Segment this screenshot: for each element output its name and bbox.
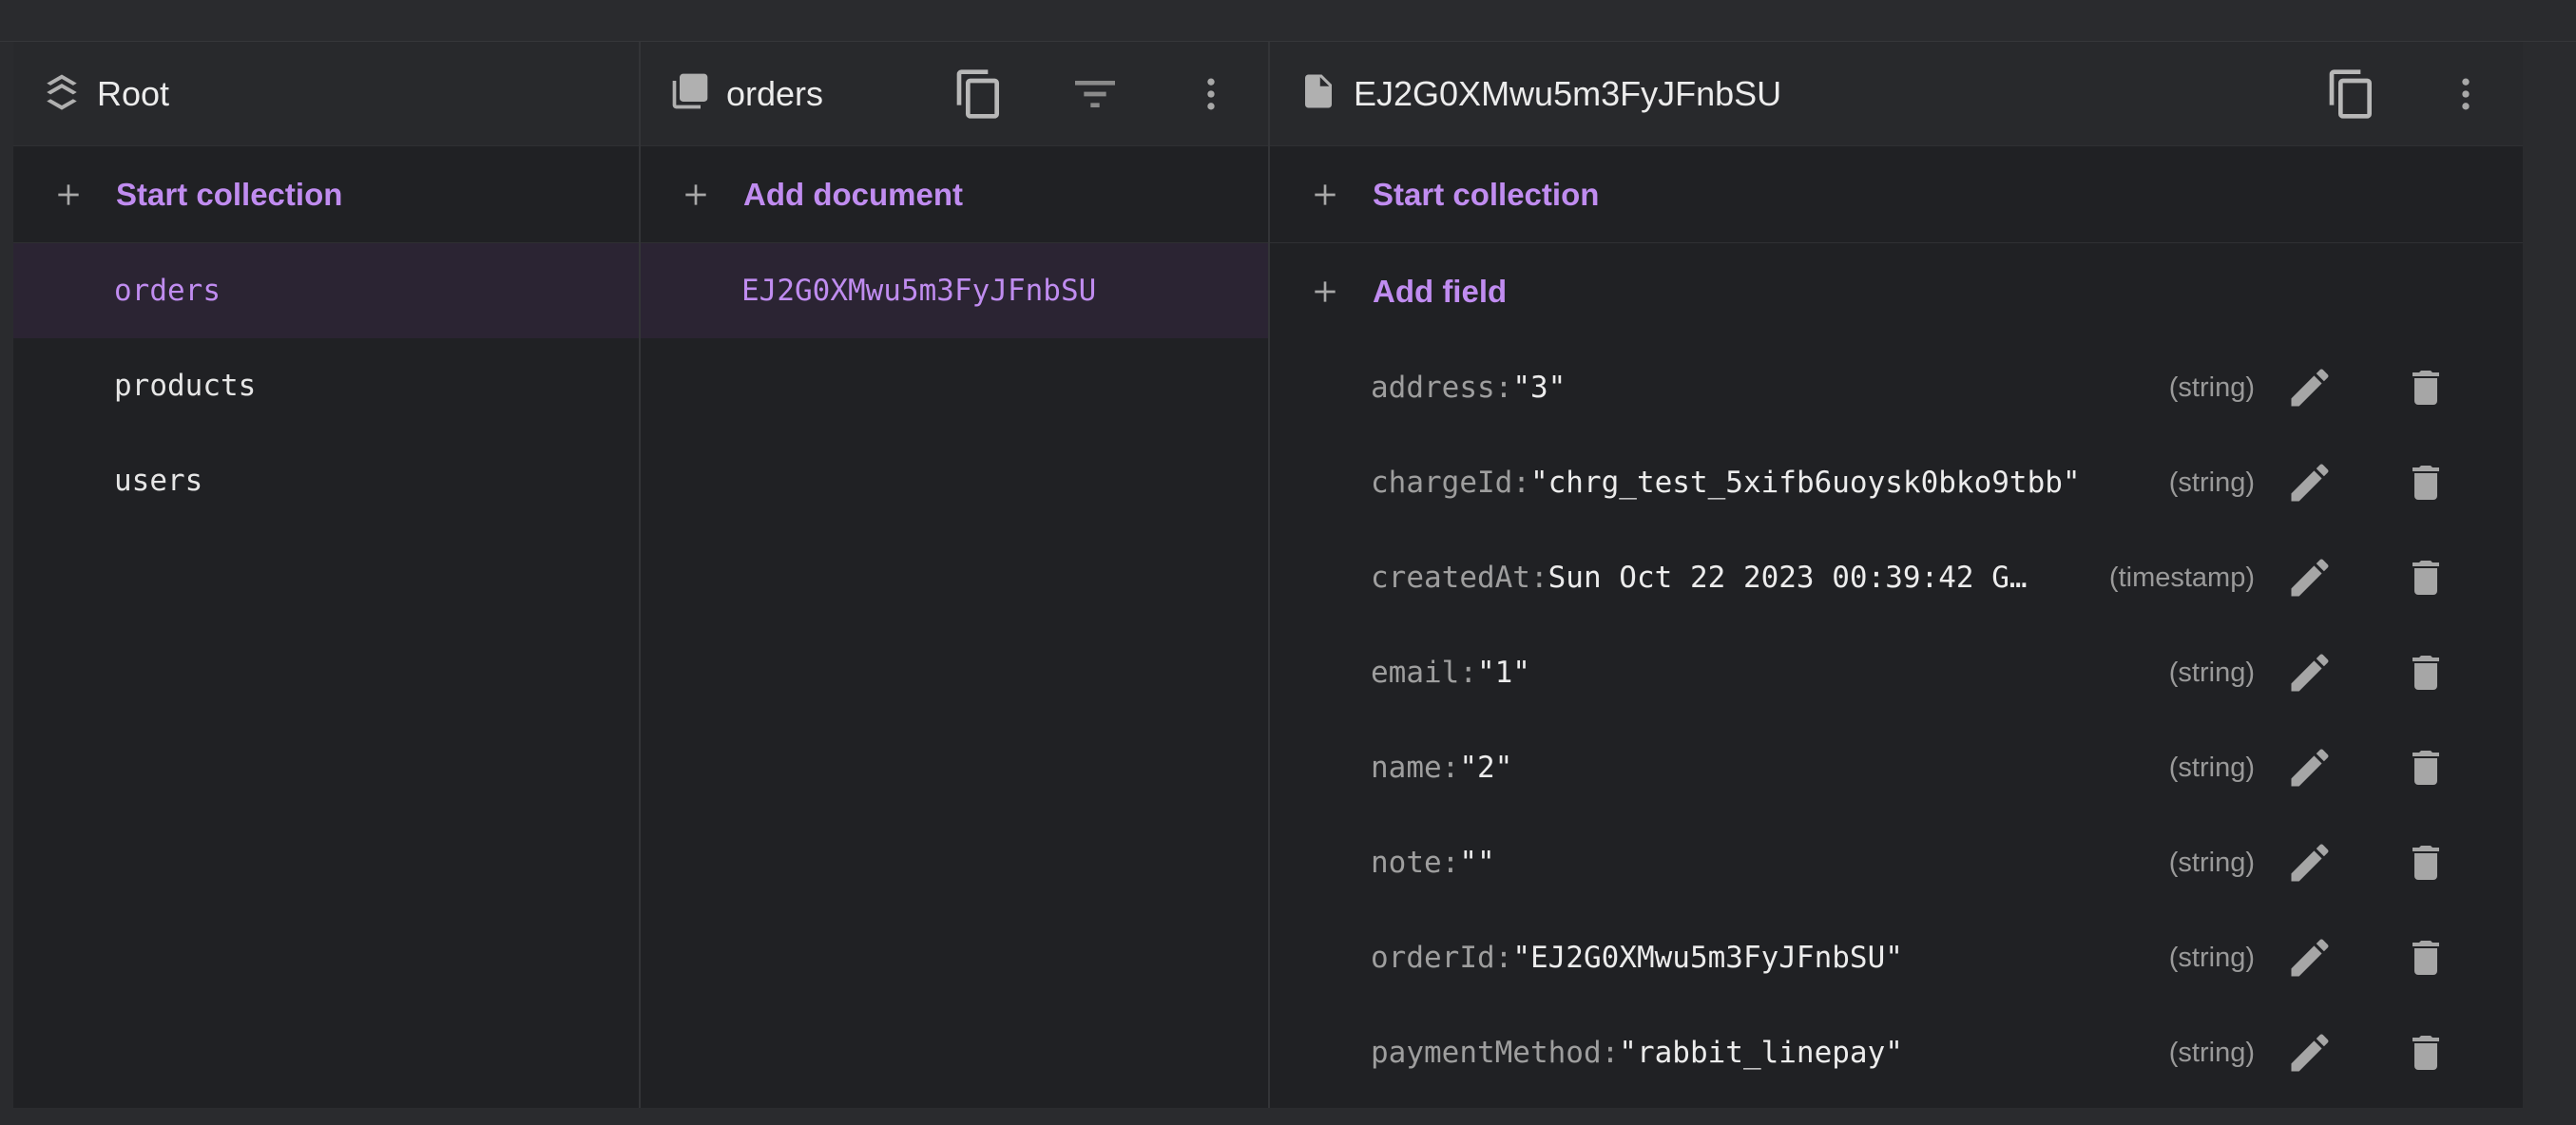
field-list: address: "3" (string) chargeId: "chrg_test… bbox=[1270, 340, 2523, 1100]
collection-title: orders bbox=[726, 73, 824, 113]
start-subcollection-label: Start collection bbox=[1373, 176, 1600, 212]
add-document-label: Add document bbox=[743, 176, 963, 212]
add-field-button[interactable]: Add field bbox=[1270, 243, 2523, 340]
field-type: (string) bbox=[2168, 942, 2255, 973]
document-header: EJ2G0XMwu5m3FyJFnbSU bbox=[1270, 42, 2523, 146]
collection-item[interactable]: products bbox=[13, 338, 639, 433]
field-value[interactable]: "EJ2G0XMwu5m3FyJFnbSU" bbox=[1512, 941, 1903, 975]
document-title: EJ2G0XMwu5m3FyJFnbSU bbox=[1354, 73, 1782, 113]
root-column-header: Root bbox=[13, 42, 639, 146]
fields-column: EJ2G0XMwu5m3FyJFnbSU Start collection Ad… bbox=[1270, 42, 2523, 1108]
document-item[interactable]: EJ2G0XMwu5m3FyJFnbSU bbox=[641, 243, 1268, 338]
start-subcollection-button[interactable]: Start collection bbox=[1270, 146, 2523, 243]
field-value[interactable]: "chrg_test_5xifb6uoysk0bko9tbb" bbox=[1530, 466, 2081, 500]
edit-icon[interactable] bbox=[2285, 363, 2335, 412]
field-value[interactable]: Sun Oct 22 2023 00:39:42 G… bbox=[1548, 561, 2028, 595]
field-row: paymentMethod: "rabbit_linepay" (string) bbox=[1270, 1005, 2523, 1100]
delete-icon[interactable] bbox=[2403, 458, 2449, 507]
start-collection-button[interactable]: Start collection bbox=[13, 146, 639, 243]
field-key: createdAt: bbox=[1371, 561, 1548, 595]
stack-icon bbox=[42, 71, 82, 116]
field-value[interactable]: "2" bbox=[1459, 751, 1512, 785]
field-content: chargeId: "chrg_test_5xifb6uoysk0bko9tbb… bbox=[1371, 466, 2084, 500]
more-vert-icon[interactable] bbox=[2437, 66, 2494, 123]
collection-item[interactable]: users bbox=[13, 433, 639, 528]
edit-icon[interactable] bbox=[2285, 838, 2335, 887]
document-list: EJ2G0XMwu5m3FyJFnbSU bbox=[641, 243, 1268, 338]
field-key: address: bbox=[1371, 371, 1513, 405]
documents-column-header: orders bbox=[641, 42, 1268, 146]
collection-icon bbox=[669, 70, 711, 117]
field-key: note: bbox=[1371, 846, 1460, 880]
delete-icon[interactable] bbox=[2403, 933, 2449, 982]
edit-icon[interactable] bbox=[2285, 743, 2335, 792]
documents-column: orders Add document EJ2G0XMwu5m3FyJFnbSU bbox=[641, 42, 1270, 1108]
root-title: Root bbox=[97, 73, 170, 113]
edit-icon[interactable] bbox=[2285, 1028, 2335, 1077]
field-value[interactable]: "" bbox=[1459, 846, 1494, 880]
delete-icon[interactable] bbox=[2403, 363, 2449, 412]
field-type: (string) bbox=[2168, 467, 2255, 498]
copy-icon[interactable] bbox=[2323, 66, 2380, 123]
field-key: name: bbox=[1371, 751, 1460, 785]
field-type: (string) bbox=[2168, 752, 2255, 783]
top-strip bbox=[0, 0, 2576, 42]
copy-icon[interactable] bbox=[951, 66, 1008, 123]
field-content: email: "1" bbox=[1371, 656, 2084, 690]
field-type: (string) bbox=[2168, 657, 2255, 688]
field-row: name: "2" (string) bbox=[1270, 720, 2523, 815]
firestore-data-panel: Root Start collection orders products user… bbox=[13, 42, 2523, 1108]
field-content: paymentMethod: "rabbit_linepay" bbox=[1371, 1036, 2084, 1070]
field-row: email: "1" (string) bbox=[1270, 625, 2523, 720]
start-collection-label: Start collection bbox=[116, 176, 343, 212]
field-row: note: "" (string) bbox=[1270, 815, 2523, 910]
field-value[interactable]: "rabbit_linepay" bbox=[1619, 1036, 1903, 1070]
field-content: note: "" bbox=[1371, 846, 2084, 880]
field-value[interactable]: "1" bbox=[1477, 656, 1530, 690]
field-content: createdAt: Sun Oct 22 2023 00:39:42 G… bbox=[1371, 561, 2084, 595]
delete-icon[interactable] bbox=[2403, 648, 2449, 697]
field-content: name: "2" bbox=[1371, 751, 2084, 785]
delete-icon[interactable] bbox=[2403, 838, 2449, 887]
field-content: orderId: "EJ2G0XMwu5m3FyJFnbSU" bbox=[1371, 941, 2084, 975]
plus-icon bbox=[685, 183, 706, 205]
plus-icon bbox=[1315, 183, 1336, 205]
plus-icon bbox=[58, 183, 79, 205]
root-column: Root Start collection orders products user… bbox=[13, 42, 641, 1108]
delete-icon[interactable] bbox=[2403, 553, 2449, 602]
plus-icon bbox=[1315, 281, 1336, 302]
delete-icon[interactable] bbox=[2403, 1028, 2449, 1077]
field-row: chargeId: "chrg_test_5xifb6uoysk0bko9tbb… bbox=[1270, 435, 2523, 530]
document-icon bbox=[1298, 71, 1338, 116]
field-key: email: bbox=[1371, 656, 1477, 690]
field-key: chargeId: bbox=[1371, 466, 1530, 500]
field-type: (timestamp) bbox=[2108, 562, 2255, 593]
filter-icon[interactable] bbox=[1067, 66, 1124, 123]
field-type: (string) bbox=[2168, 1037, 2255, 1068]
edit-icon[interactable] bbox=[2285, 648, 2335, 697]
field-value[interactable]: "3" bbox=[1512, 371, 1566, 405]
delete-icon[interactable] bbox=[2403, 743, 2449, 792]
collection-item[interactable]: orders bbox=[13, 243, 639, 338]
edit-icon[interactable] bbox=[2285, 458, 2335, 507]
field-key: paymentMethod: bbox=[1371, 1036, 1620, 1070]
field-row: orderId: "EJ2G0XMwu5m3FyJFnbSU" (string) bbox=[1270, 910, 2523, 1005]
field-content: address: "3" bbox=[1371, 371, 2084, 405]
add-document-button[interactable]: Add document bbox=[641, 146, 1268, 243]
field-type: (string) bbox=[2168, 847, 2255, 878]
collection-list: orders products users bbox=[13, 243, 639, 528]
more-vert-icon[interactable] bbox=[1182, 66, 1240, 123]
field-row: createdAt: Sun Oct 22 2023 00:39:42 G… (t… bbox=[1270, 530, 2523, 625]
field-type: (string) bbox=[2168, 372, 2255, 403]
field-row: address: "3" (string) bbox=[1270, 340, 2523, 435]
edit-icon[interactable] bbox=[2285, 553, 2335, 602]
field-key: orderId: bbox=[1371, 941, 1513, 975]
add-field-label: Add field bbox=[1373, 274, 1508, 309]
edit-icon[interactable] bbox=[2285, 933, 2335, 982]
